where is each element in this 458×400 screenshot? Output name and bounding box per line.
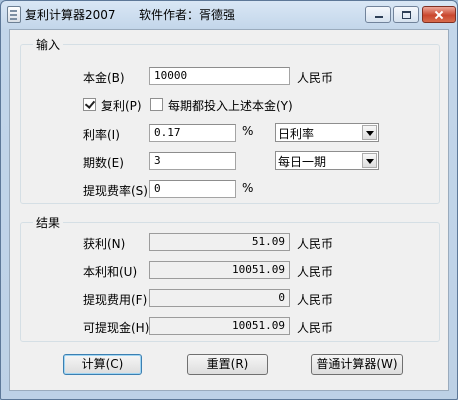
- principal-input[interactable]: 10000: [149, 67, 290, 85]
- withdraw-fee-output: 0: [149, 289, 290, 307]
- rate-type-value: 日利率: [278, 127, 315, 141]
- withdraw-fee-label: 提现费用(F): [83, 293, 148, 307]
- calculator-icon: [7, 6, 21, 23]
- app-window: 复利计算器2007 软件作者：胥德强 输入 本金(B) 10000 人民币 复利…: [0, 0, 458, 400]
- compound-label[interactable]: 复利(P): [101, 97, 142, 114]
- maximize-button[interactable]: [393, 6, 419, 23]
- withdrawable-unit: 人民币: [297, 321, 334, 335]
- close-button[interactable]: [422, 6, 456, 23]
- chevron-down-icon[interactable]: [362, 153, 377, 168]
- periods-input[interactable]: 3: [149, 152, 236, 170]
- window-title: 复利计算器2007: [25, 8, 116, 22]
- invest-each-period-checkbox[interactable]: [150, 98, 163, 111]
- periods-label: 期数(E): [83, 156, 124, 170]
- profit-output: 51.09: [149, 233, 290, 251]
- client-area: 输入 本金(B) 10000 人民币 复利(P) 每期都投入上述本金(Y) 利率…: [9, 29, 449, 391]
- rate-type-select[interactable]: 日利率: [275, 123, 379, 142]
- normal-calculator-button[interactable]: 普通计算器(W): [311, 354, 403, 375]
- reset-button[interactable]: 重置(R): [187, 354, 268, 375]
- compound-checkbox[interactable]: [83, 98, 96, 111]
- result-group-title: 结果: [33, 214, 64, 231]
- title-bar[interactable]: 复利计算器2007 软件作者：胥德强: [1, 1, 457, 27]
- principal-unit: 人民币: [297, 71, 334, 85]
- total-unit: 人民币: [297, 265, 334, 279]
- rate-input[interactable]: 0.17: [149, 124, 236, 142]
- chevron-down-icon[interactable]: [362, 125, 377, 140]
- minimize-button[interactable]: [365, 6, 391, 23]
- invest-each-period-label[interactable]: 每期都投入上述本金(Y): [168, 97, 293, 114]
- total-label: 本利和(U): [83, 265, 138, 279]
- withdrawable-output: 10051.09: [149, 317, 290, 335]
- fee-rate-unit: %: [242, 181, 254, 195]
- fee-rate-input[interactable]: 0: [149, 180, 236, 198]
- input-group-title: 输入: [33, 36, 64, 53]
- withdraw-fee-unit: 人民币: [297, 293, 334, 307]
- fee-rate-label: 提现费率(S): [83, 184, 148, 198]
- author-text: 软件作者：胥德强: [139, 8, 236, 22]
- principal-label: 本金(B): [83, 71, 125, 85]
- period-type-select[interactable]: 每日一期: [275, 151, 379, 170]
- rate-label: 利率(I): [83, 128, 120, 142]
- total-output: 10051.09: [149, 261, 290, 279]
- rate-unit: %: [242, 124, 254, 138]
- profit-unit: 人民币: [297, 237, 334, 251]
- calculate-button[interactable]: 计算(C): [63, 354, 142, 375]
- period-type-value: 每日一期: [278, 155, 327, 169]
- withdrawable-label: 可提现金(H): [83, 321, 150, 335]
- profit-label: 获利(N): [83, 237, 126, 251]
